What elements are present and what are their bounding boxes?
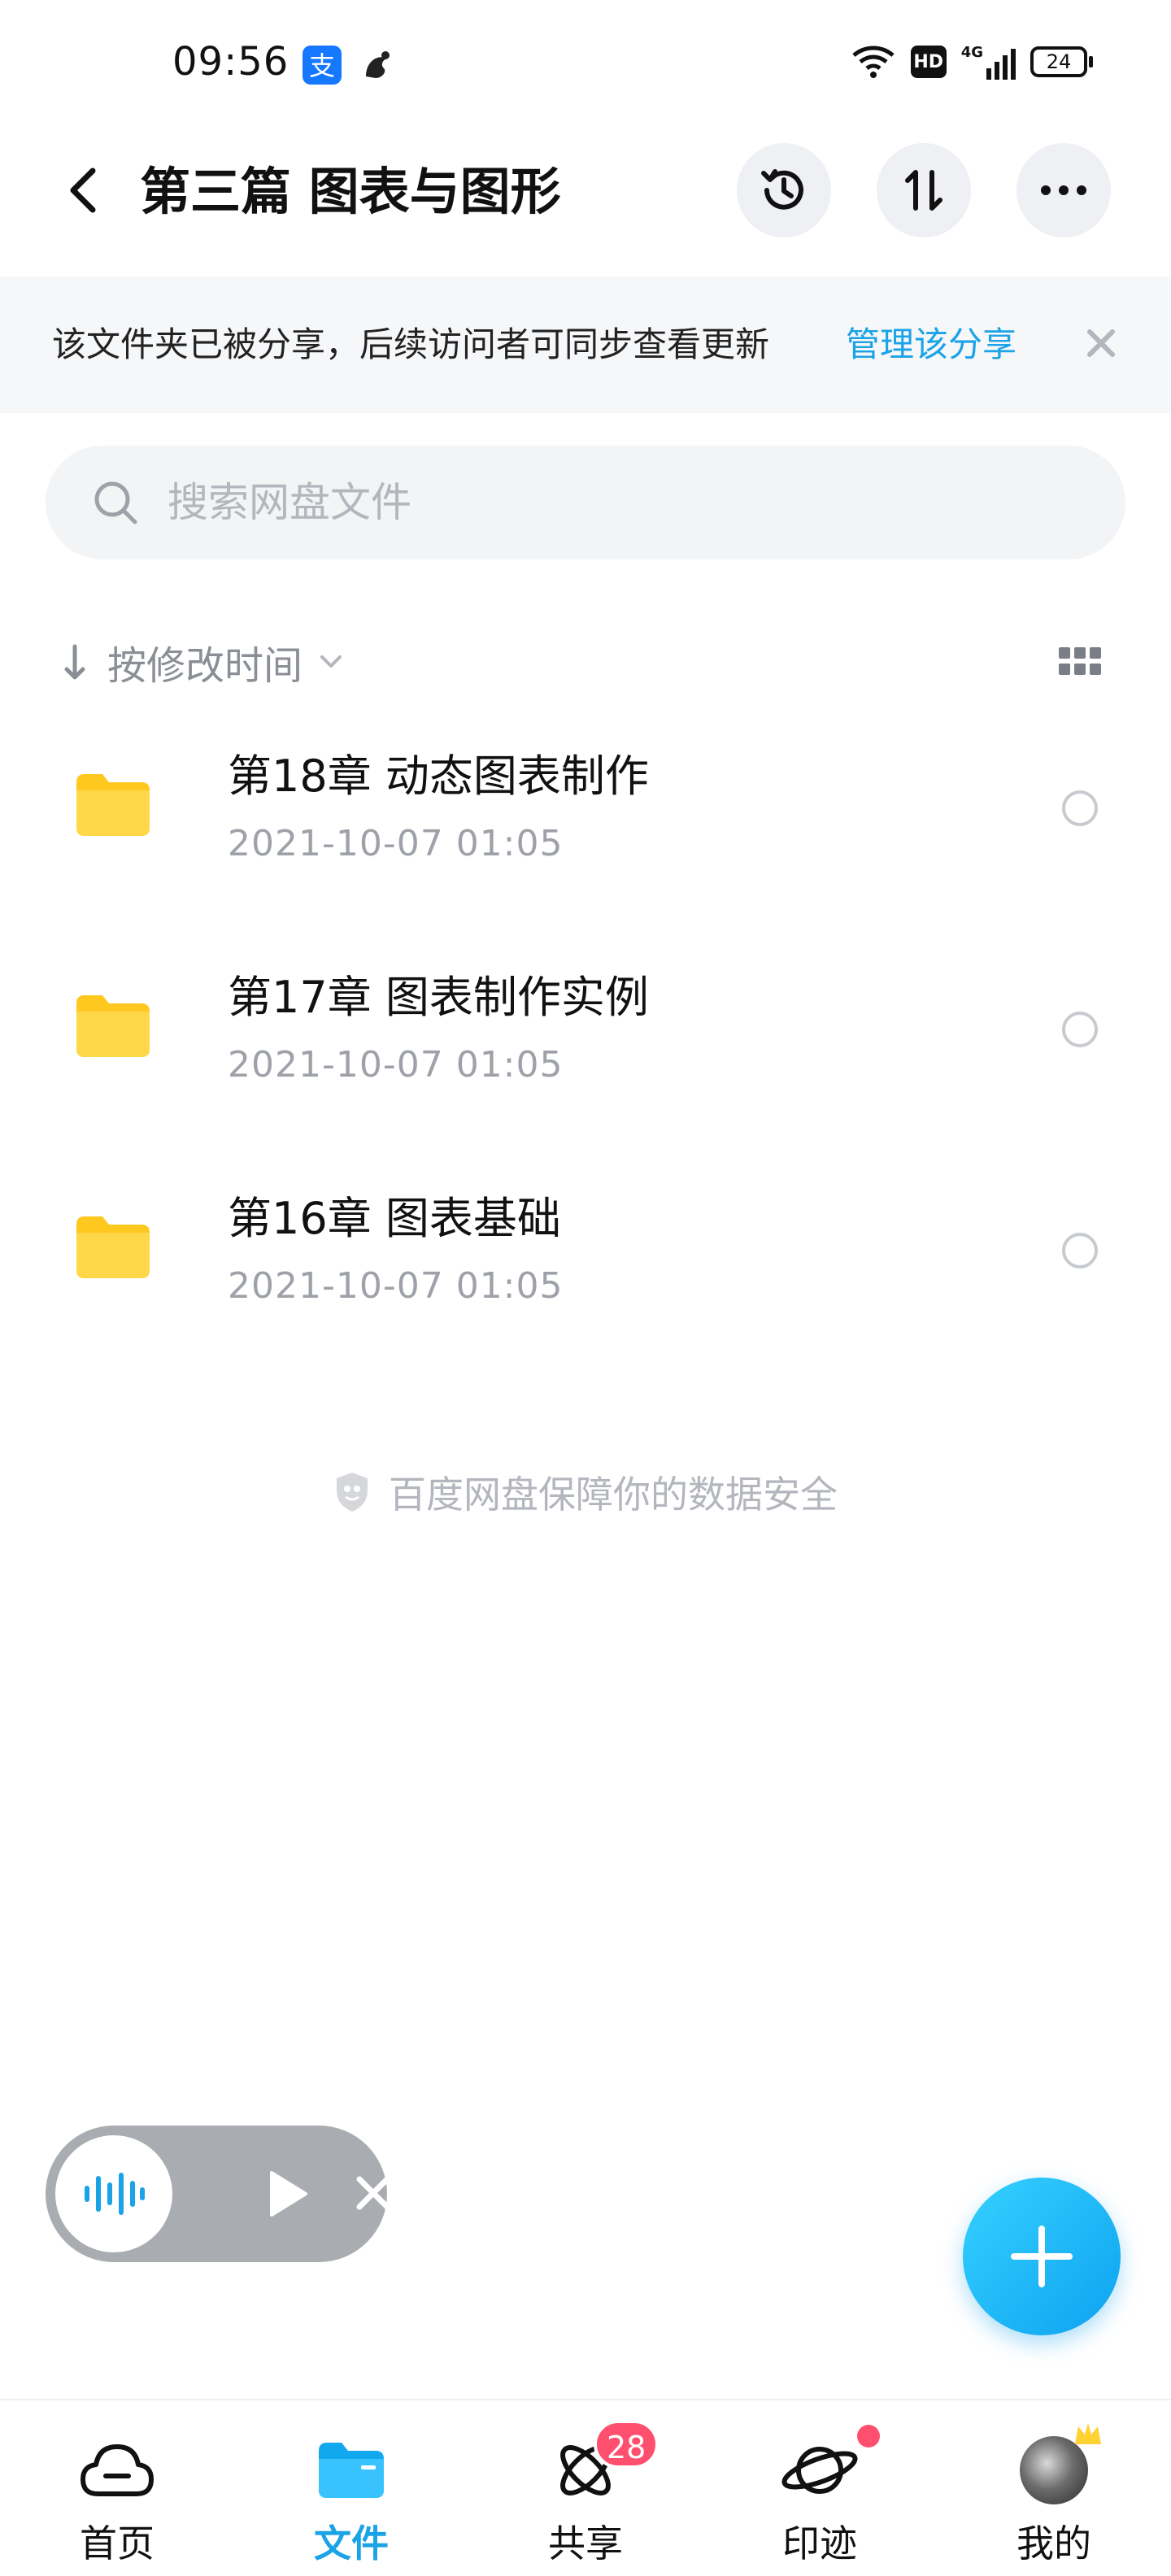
crown-icon	[1075, 2423, 1101, 2444]
safety-text: 百度网盘保障你的数据安全	[389, 1473, 838, 1516]
more-icon	[1041, 185, 1086, 195]
avatar-wrapper	[1015, 2423, 1101, 2509]
grid-view-icon[interactable]	[1057, 642, 1103, 681]
share-notice-text: 该文件夹已被分享，后续访问者可同步查看更新	[52, 324, 770, 364]
file-date: 2021-10-07 01:05	[228, 823, 564, 864]
search-input[interactable]	[168, 470, 1062, 535]
svg-text:支: 支	[309, 50, 335, 81]
audio-wave-button[interactable]	[55, 2135, 172, 2252]
nav-label: 共享	[548, 2522, 623, 2565]
manage-share-link[interactable]: 管理该分享	[846, 322, 1016, 368]
more-button[interactable]	[1016, 143, 1111, 237]
folder-icon	[76, 774, 150, 836]
nav-label: 印迹	[782, 2522, 857, 2565]
status-bar: 09:56 支 HD 4G 24	[0, 0, 1171, 122]
battery-level: 24	[1030, 46, 1087, 77]
play-icon[interactable]	[260, 2168, 312, 2220]
uc-browser-icon	[358, 46, 397, 85]
shield-icon	[337, 1473, 368, 1512]
file-row[interactable]: 第18章 动态图表制作 2021-10-07 01:05	[0, 732, 1171, 935]
sort-button[interactable]: 按修改时间	[59, 628, 343, 696]
close-icon	[1087, 329, 1115, 357]
file-name: 第18章 动态图表制作	[228, 751, 649, 802]
header: 第三篇 图表与图形	[0, 138, 1171, 244]
nav-label: 我的	[1016, 2522, 1091, 2565]
wifi-icon	[852, 46, 895, 78]
chevron-down-icon	[320, 655, 342, 668]
nav-item-files[interactable]: 文件	[262, 2400, 441, 2576]
sort-arrow-down-icon	[64, 644, 85, 680]
search-icon	[94, 481, 137, 524]
transfer-button[interactable]	[877, 143, 971, 237]
nav-item-traces[interactable]: 印迹	[730, 2400, 909, 2576]
history-icon	[761, 169, 803, 210]
folder-icon	[76, 995, 150, 1057]
transfer-icon	[905, 170, 942, 211]
nav-label: 文件	[314, 2522, 389, 2565]
file-name: 第16章 图表基础	[228, 1193, 561, 1244]
status-indicators: HD 4G 24	[851, 44, 1093, 80]
select-checkbox[interactable]	[1062, 1233, 1098, 1268]
sort-label: 按修改时间	[107, 643, 303, 689]
signal-icon: 4G	[961, 44, 1016, 80]
close-player-icon[interactable]	[353, 2173, 394, 2213]
plus-icon	[1011, 2226, 1073, 2287]
share-count-badge: 28	[594, 2420, 660, 2469]
file-name: 第17章 图表制作实例	[228, 972, 649, 1023]
hd-icon: HD	[910, 46, 947, 78]
select-checkbox[interactable]	[1062, 790, 1098, 826]
status-time: 09:56	[172, 39, 289, 85]
search-bar[interactable]	[46, 446, 1125, 559]
bottom-nav: 首页 文件 28 共享 印迹 我的	[0, 2399, 1171, 2576]
add-button[interactable]	[963, 2178, 1121, 2335]
cloud-icon	[78, 2431, 156, 2509]
chevron-left-icon	[70, 168, 96, 213]
notification-dot	[857, 2425, 880, 2448]
sort-row: 按修改时间	[0, 628, 1171, 696]
file-row[interactable]: 第16章 图表基础 2021-10-07 01:05	[0, 1174, 1171, 1377]
folder-icon	[76, 1216, 150, 1278]
history-button[interactable]	[737, 143, 831, 237]
nav-label: 首页	[80, 2522, 155, 2565]
network-label: 4G	[960, 44, 983, 61]
file-date: 2021-10-07 01:05	[228, 1265, 564, 1307]
audio-wave-icon	[85, 2173, 145, 2215]
back-button[interactable]	[50, 158, 115, 223]
audio-player[interactable]	[46, 2126, 390, 2262]
safety-notice: 百度网盘保障你的数据安全	[0, 1464, 1171, 1521]
folder-icon	[312, 2431, 390, 2509]
file-date: 2021-10-07 01:05	[228, 1044, 564, 1086]
share-notice: 该文件夹已被分享，后续访问者可同步查看更新 管理该分享	[0, 276, 1171, 413]
nav-item-me[interactable]: 我的	[964, 2400, 1143, 2576]
nav-item-home[interactable]: 首页	[28, 2400, 207, 2576]
file-row[interactable]: 第17章 图表制作实例 2021-10-07 01:05	[0, 953, 1171, 1156]
close-notice-button[interactable]	[1075, 317, 1127, 369]
planet-icon	[781, 2431, 859, 2509]
page-title: 第三篇 图表与图形	[140, 162, 561, 221]
select-checkbox[interactable]	[1062, 1012, 1098, 1047]
battery-icon: 24	[1030, 46, 1093, 77]
alipay-icon: 支	[303, 46, 342, 85]
nav-item-share[interactable]: 28 共享	[496, 2400, 675, 2576]
